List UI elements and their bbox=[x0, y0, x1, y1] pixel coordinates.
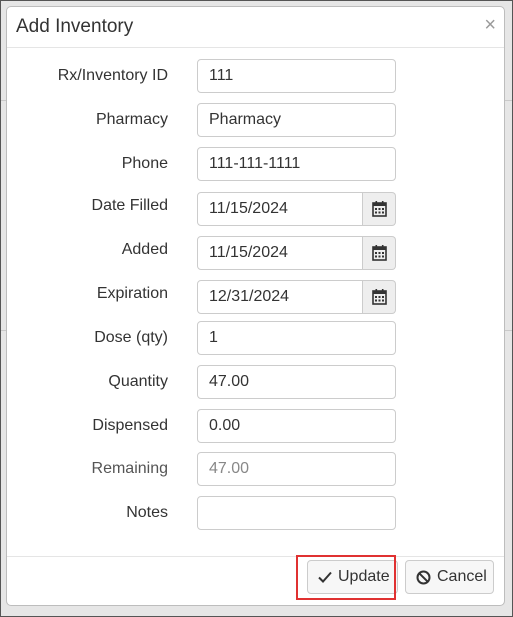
date-filled-input[interactable]: 11/15/2024 bbox=[197, 192, 363, 226]
rx-id-input[interactable]: 111 bbox=[197, 59, 396, 93]
field-label: Phone bbox=[121, 155, 168, 172]
dialog-title: Add Inventory bbox=[16, 16, 134, 37]
field-row-dose: Dose (qty) 1 bbox=[7, 321, 506, 355]
dispensed-input[interactable]: 0.00 bbox=[197, 409, 396, 443]
date-filled-picker-button[interactable] bbox=[363, 192, 396, 226]
footer-divider bbox=[7, 556, 504, 557]
quantity-input[interactable]: 47.00 bbox=[197, 365, 396, 399]
dose-qty-input[interactable]: 1 bbox=[197, 321, 396, 355]
field-label: Pharmacy bbox=[95, 111, 168, 128]
calendar-icon bbox=[371, 201, 387, 217]
phone-input[interactable]: 111-111-1111 bbox=[197, 147, 396, 181]
field-row-added: Added 11/15/2024 bbox=[7, 236, 506, 270]
field-row-phone: Phone 111-111-1111 bbox=[7, 147, 506, 181]
cancel-button[interactable]: Cancel bbox=[405, 560, 494, 594]
ban-icon bbox=[416, 570, 431, 585]
update-button-highlight bbox=[296, 555, 396, 600]
field-label: Dose (qty) bbox=[94, 329, 168, 346]
field-row-dispensed: Dispensed 0.00 bbox=[7, 409, 506, 443]
field-row-rx-id: Rx/Inventory ID 111 bbox=[7, 59, 506, 93]
calendar-icon bbox=[371, 245, 387, 261]
field-label: Remaining bbox=[91, 460, 168, 477]
dialog-header: Add Inventory × bbox=[7, 7, 504, 48]
field-label: Quantity bbox=[108, 373, 168, 390]
added-date-input[interactable]: 11/15/2024 bbox=[197, 236, 363, 270]
pharmacy-input[interactable]: Pharmacy bbox=[197, 103, 396, 137]
field-row-pharmacy: Pharmacy Pharmacy bbox=[7, 103, 506, 137]
added-date-picker-button[interactable] bbox=[363, 236, 396, 270]
expiration-date-picker-button[interactable] bbox=[363, 280, 396, 314]
remaining-readonly-field: 47.00 bbox=[197, 452, 396, 486]
add-inventory-dialog: Add Inventory × Rx/Inventory ID 111 Phar… bbox=[6, 6, 505, 606]
field-label: Notes bbox=[126, 504, 168, 521]
field-row-expiration: Expiration 12/31/2024 bbox=[7, 280, 506, 314]
calendar-icon bbox=[371, 289, 387, 305]
field-row-remaining: Remaining 47.00 bbox=[7, 452, 506, 486]
field-row-date-filled: Date Filled 11/15/2024 bbox=[7, 192, 506, 226]
notes-input[interactable] bbox=[197, 496, 396, 530]
field-label: Rx/Inventory ID bbox=[57, 67, 168, 84]
field-label: Date Filled bbox=[91, 197, 168, 214]
field-row-quantity: Quantity 47.00 bbox=[7, 365, 506, 399]
close-icon[interactable]: × bbox=[484, 15, 496, 35]
field-label: Expiration bbox=[96, 285, 168, 302]
cancel-button-label: Cancel bbox=[437, 568, 487, 585]
field-label: Dispensed bbox=[92, 417, 168, 434]
field-row-notes: Notes bbox=[7, 496, 506, 530]
expiration-date-input[interactable]: 12/31/2024 bbox=[197, 280, 363, 314]
field-label: Added bbox=[121, 241, 168, 258]
